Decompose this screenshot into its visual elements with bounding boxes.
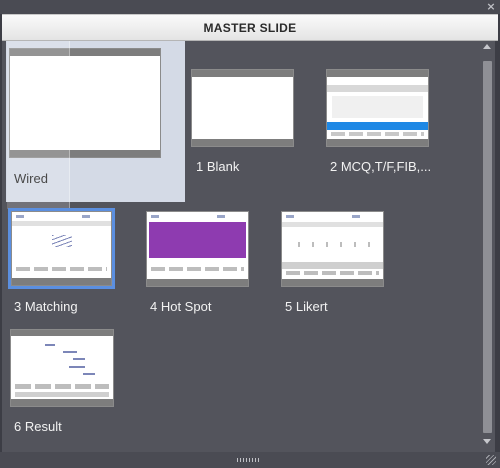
slide-thumbnail[interactable] [191,69,294,147]
thumbnail-footer-bar [282,279,383,286]
mini-header-text [151,215,244,218]
mini-submit-bar [282,262,383,269]
mini-result-text [69,366,85,368]
slide-thumbnail[interactable] [10,329,114,407]
mini-question-area [332,96,423,118]
slide-thumbnail[interactable] [8,208,115,289]
close-button[interactable]: × [485,0,497,14]
resize-handle-icon[interactable] [486,455,496,465]
scroll-down-arrow-icon[interactable] [483,439,491,444]
drag-ghost-overlay [7,41,70,209]
mini-result-text [83,373,95,375]
thumbnail-header-bar [327,70,428,77]
slide-label: 2 MCQ,T/F,FIB,... [330,159,432,174]
slide-thumbnail[interactable] [281,211,384,287]
mini-header-text [16,215,107,218]
slide-label: 5 Likert [285,299,328,314]
scroll-up-arrow-icon[interactable] [483,44,491,49]
slide-label: 3 Matching [14,299,78,314]
panel-title: MASTER SLIDE [203,21,297,35]
mini-result-text [63,351,77,353]
slide-item-hotspot[interactable]: 4 Hot Spot [144,209,254,319]
slide-thumbnail[interactable] [146,211,249,287]
slide-thumbnail[interactable] [326,69,429,147]
mini-result-text [73,358,85,360]
thumbnail-footer-bar [12,278,111,285]
slide-label: 6 Result [14,419,62,434]
mini-header-text [286,215,379,218]
mini-hotspot-image [149,222,246,258]
slide-label: 4 Hot Spot [150,299,212,314]
thumbnail-footer-bar [147,279,248,286]
mini-buttons-row [16,267,107,271]
mini-matching-lines [52,235,72,247]
thumbnail-header-bar [192,70,293,77]
thumbnail-footer-bar [192,139,293,146]
mini-likert-scale [298,242,375,247]
mini-buttons-row [15,384,109,389]
slide-label: 1 Blank [196,159,240,174]
mini-result-text [45,344,55,346]
slide-item-blank[interactable]: 1 Blank [190,69,296,179]
thumbnail-footer-bar [11,399,113,406]
mini-buttons-row [151,267,244,271]
panel-header: MASTER SLIDE [2,14,498,41]
mini-buttons-row [331,132,424,136]
mini-title-bar [327,85,428,92]
thumbnail-footer-bar [327,139,428,146]
slide-item-likert[interactable]: 5 Likert [279,209,389,319]
drag-grip-icon[interactable] [237,458,261,462]
panel-footer [0,452,500,468]
mini-title-bar [282,222,383,227]
mini-submit-bar [327,122,428,130]
slide-item-result[interactable]: 6 Result [8,329,120,439]
scrollbar-thumb[interactable] [483,61,492,433]
mini-buttons-row [286,271,379,275]
vertical-scrollbar[interactable] [480,41,495,452]
slide-item-matching[interactable]: 3 Matching [8,208,120,319]
mini-title-bar [12,221,111,226]
window-titlebar[interactable]: × [0,0,500,14]
slide-grid: Wired 1 Blank 2 MCQ,T/F,FIB,... 3 Matchi… [2,41,480,452]
mini-submit-bar [15,392,109,397]
slide-item-mcq[interactable]: 2 MCQ,T/F,FIB,... [324,69,474,179]
mini-title-bar [11,330,113,336]
